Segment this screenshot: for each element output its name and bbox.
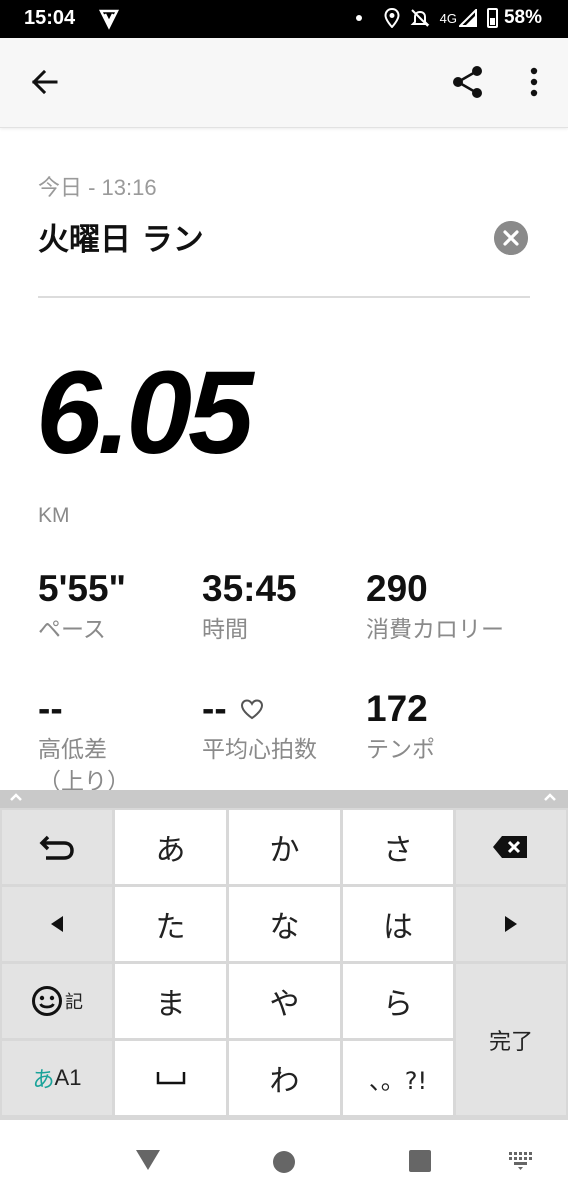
stat-cadence: 172 テンポ [366, 688, 536, 766]
space-icon [156, 1072, 185, 1085]
done-key[interactable]: 完了 [456, 964, 566, 1115]
distance-unit: KM [38, 504, 70, 527]
stat-label: 平均心拍数 [202, 737, 317, 763]
status-bar: 15:04 4G 58% [0, 0, 568, 38]
title-divider [38, 296, 530, 298]
symbol-label: 記 [65, 992, 83, 1013]
stat-time: 35:45 時間 [202, 568, 372, 646]
undo-key[interactable] [2, 810, 112, 884]
keyboard-handle[interactable] [0, 790, 568, 808]
input-mode-key[interactable]: あ A1 [2, 1041, 112, 1115]
clear-icon[interactable] [494, 221, 528, 255]
stat-value: 5'55" [38, 568, 127, 609]
stat-value: 290 [366, 568, 428, 609]
stat-calories: 290 消費カロリー [366, 568, 566, 646]
stat-value: -- [38, 688, 63, 729]
silent-bell-icon [410, 9, 430, 27]
status-icons: 4G 58% [355, 7, 542, 29]
key-ka[interactable]: か [229, 810, 340, 884]
battery-icon [486, 8, 498, 28]
location-icon [384, 8, 400, 28]
stat-value: -- [202, 688, 227, 729]
signal-icon [458, 9, 477, 27]
mode-alnum-label: A1 [54, 1065, 82, 1090]
stat-elevation: -- 高低差 （上り） [38, 688, 208, 790]
key-sa[interactable]: さ [343, 810, 453, 884]
key-ya[interactable]: や [229, 964, 340, 1038]
key-ra[interactable]: ら [343, 964, 453, 1038]
cursor-right-key[interactable] [456, 887, 566, 961]
key-ha[interactable]: は [343, 887, 453, 961]
heart-icon [240, 699, 263, 720]
stat-label: テンポ [366, 737, 435, 763]
system-nav-bar [0, 1120, 568, 1200]
backspace-icon [493, 836, 527, 858]
arrow-left-icon[interactable] [26, 62, 66, 102]
nav-home-icon[interactable] [272, 1150, 296, 1174]
stat-heart-rate: -- 平均心拍数 [202, 688, 372, 766]
stat-value-row: -- [202, 688, 372, 730]
mode-kana-label: あ [32, 1068, 55, 1093]
stat-value: 35:45 [202, 568, 297, 609]
smiley-icon [32, 986, 62, 1016]
key-na[interactable]: な [229, 887, 340, 961]
chevron-up-icon[interactable] [540, 790, 560, 804]
distance-value: 6.05 [36, 347, 254, 479]
nav-back-icon[interactable] [134, 1148, 162, 1172]
key-punctuation[interactable]: 、。?! [343, 1041, 453, 1115]
key-ta[interactable]: た [115, 887, 226, 961]
cursor-left-key[interactable] [2, 887, 112, 961]
more-vertical-icon[interactable] [514, 62, 554, 102]
key-a[interactable]: あ [115, 810, 226, 884]
dot-icon [355, 15, 362, 21]
app-bar [0, 38, 568, 128]
activity-date: 今日 - 13:16 [38, 175, 157, 200]
network-type: 4G [439, 10, 457, 26]
battery-percent: 58% [503, 7, 542, 28]
chevron-up-icon[interactable] [6, 790, 26, 804]
emoji-symbol-key[interactable]: 記 [2, 964, 112, 1038]
triangle-left-icon [51, 916, 63, 932]
space-key[interactable] [115, 1041, 226, 1115]
backspace-key[interactable] [456, 810, 566, 884]
share-icon[interactable] [448, 62, 488, 102]
stat-label: ペース [38, 617, 106, 643]
status-time: 15:04 [24, 7, 76, 29]
activity-title-input[interactable]: 火曜日 ラン [38, 214, 204, 259]
app-notification-icon [98, 9, 120, 30]
stat-label: 時間 [202, 617, 248, 643]
stat-value: 172 [366, 688, 428, 729]
stat-label: 高低差 （上り） [38, 737, 130, 790]
stat-label: 消費カロリー [366, 617, 504, 643]
flick-keyboard: あ か さ た な は 記 ま や ら 完了 あ A1 わ 、。?! [0, 808, 568, 1120]
key-ma[interactable]: ま [115, 964, 226, 1038]
stat-pace: 5'55" ペース [38, 568, 208, 646]
key-wa[interactable]: わ [229, 1041, 340, 1115]
keyboard-switch-icon[interactable] [508, 1151, 536, 1171]
nav-recents-icon[interactable] [408, 1149, 432, 1173]
undo-icon [39, 835, 74, 860]
triangle-right-icon [505, 916, 517, 932]
